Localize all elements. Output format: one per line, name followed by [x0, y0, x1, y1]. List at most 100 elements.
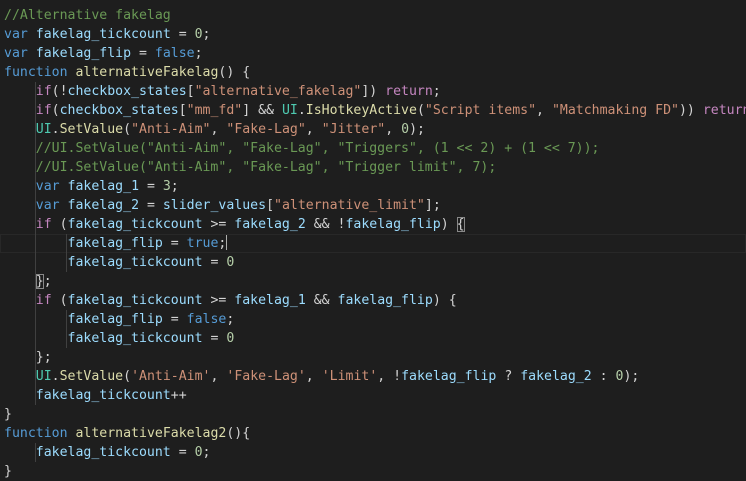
- code-line[interactable]: if(checkbox_states["mm_fd"] && UI.IsHotk…: [0, 101, 746, 120]
- code-punctuation: , !: [377, 369, 402, 384]
- code-string: "alternative_limit": [274, 198, 425, 213]
- code-punctuation: [: [266, 198, 275, 213]
- code-line[interactable]: fakelag_tickcount = 0: [0, 329, 746, 348]
- code-keyword: true: [186, 236, 219, 251]
- indent-guide: [35, 139, 36, 158]
- code-punctuation: ;: [43, 274, 52, 289]
- code-line[interactable]: function alternativeFakelag() {: [0, 63, 746, 82]
- code-identifier: fakelag_2: [67, 198, 140, 213]
- code-function-name: IsHotkeyActive: [305, 103, 417, 118]
- code-punctuation: (: [123, 122, 132, 137]
- code-punctuation: ;: [432, 84, 441, 99]
- code-identifier: fakelag_tickcount: [67, 293, 203, 308]
- code-punctuation: =: [202, 255, 227, 270]
- code-identifier: fakelag_2: [234, 217, 306, 232]
- code-punctuation: (: [51, 217, 68, 232]
- code-line[interactable]: fakelag_tickcount = 0: [0, 253, 746, 272]
- code-line[interactable]: //Alternative fakelag: [0, 6, 746, 25]
- code-punctuation: .: [51, 122, 60, 137]
- code-punctuation: [: [186, 84, 195, 99]
- code-identifier: fakelag_flip: [337, 293, 433, 308]
- code-line[interactable]: if(!checkbox_states["alternative_fakelag…: [0, 82, 746, 101]
- code-punctuation: (!: [51, 84, 68, 99]
- code-line[interactable]: var fakelag_1 = 3;: [0, 177, 746, 196]
- code-punctuation: =: [131, 46, 155, 61]
- code-keyword: var: [4, 27, 28, 42]
- code-punctuation: =: [139, 179, 163, 194]
- code-punctuation: (: [51, 103, 60, 118]
- code-line[interactable]: }: [0, 405, 746, 424]
- code-string: "Fake-Lag": [226, 122, 306, 137]
- indent-guide: [66, 253, 67, 272]
- code-line[interactable]: //UI.SetValue("Anti-Aim", "Fake-Lag", "T…: [0, 158, 746, 177]
- indent-guide: [35, 215, 36, 234]
- code-string: "alternative_fakelag": [194, 84, 362, 99]
- code-identifier: slider_values: [162, 198, 267, 213]
- code-line[interactable]: fakelag_flip = true;: [0, 234, 746, 253]
- code-comment: //UI.SetValue("Anti-Aim", "Fake-Lag", "T…: [35, 160, 497, 175]
- code-line[interactable]: var fakelag_2 = slider_values["alternati…: [0, 196, 746, 215]
- code-punctuation: (: [51, 293, 68, 308]
- code-identifier: fakelag_flip: [401, 369, 497, 384]
- code-punctuation: ,: [210, 122, 227, 137]
- code-line[interactable]: fakelag_flip = false;: [0, 310, 746, 329]
- indent-guide: [35, 158, 36, 177]
- code-line[interactable]: var fakelag_flip = false;: [0, 44, 746, 63]
- code-keyword: function: [4, 65, 68, 80]
- code-punctuation: ,: [305, 369, 322, 384]
- code-punctuation: ] &&: [242, 103, 282, 118]
- code-line[interactable]: }: [0, 462, 746, 481]
- indent-guide: [35, 443, 36, 462]
- code-number: 3: [162, 179, 171, 194]
- text-cursor: [226, 234, 228, 250]
- code-punctuation: };: [35, 350, 52, 365]
- indent-guide: [35, 120, 36, 139]
- code-punctuation: ;: [226, 312, 235, 327]
- code-punctuation: [28, 27, 36, 42]
- code-punctuation: .: [51, 369, 60, 384]
- indent-guide: [35, 367, 36, 386]
- code-function-name: SetValue: [59, 122, 124, 137]
- code-control-keyword: if: [35, 293, 52, 308]
- code-identifier: fakelag_1: [67, 179, 140, 194]
- code-line[interactable]: UI.SetValue("Anti-Aim", "Fake-Lag", "Jit…: [0, 120, 746, 139]
- code-line[interactable]: };: [0, 348, 746, 367]
- code-editor[interactable]: //Alternative fakelag var fakelag_tickcou…: [0, 6, 746, 481]
- code-punctuation: =: [162, 236, 187, 251]
- code-line[interactable]: function alternativeFakelag2(){: [0, 424, 746, 443]
- code-identifier: fakelag_2: [520, 369, 592, 384]
- code-line[interactable]: fakelag_tickcount = 0;: [0, 443, 746, 462]
- code-punctuation: [28, 46, 36, 61]
- code-string: 'Anti-Aim': [131, 369, 211, 384]
- code-punctuation: =: [170, 445, 195, 460]
- indent-guide: [35, 177, 36, 196]
- code-punctuation: ;: [218, 236, 227, 251]
- code-line[interactable]: };: [0, 272, 746, 291]
- code-number: 0: [226, 255, 235, 270]
- matched-bracket: }: [35, 274, 44, 289]
- code-punctuation: [: [178, 103, 187, 118]
- code-identifier: fakelag_tickcount: [67, 331, 203, 346]
- code-punctuation: >=: [202, 217, 235, 232]
- code-control-keyword: if: [35, 217, 52, 232]
- code-punctuation: >=: [202, 293, 235, 308]
- code-punctuation: ?: [496, 369, 521, 384]
- code-line[interactable]: fakelag_tickcount++: [0, 386, 746, 405]
- code-line[interactable]: UI.SetValue('Anti-Aim', 'Fake-Lag', 'Lim…: [0, 367, 746, 386]
- code-line[interactable]: //UI.SetValue("Anti-Aim", "Fake-Lag", "T…: [0, 139, 746, 158]
- code-line[interactable]: var fakelag_tickcount = 0;: [0, 25, 746, 44]
- code-line[interactable]: if (fakelag_tickcount >= fakelag_1 && fa…: [0, 291, 746, 310]
- code-string: 'Fake-Lag': [226, 369, 306, 384]
- code-comment: //Alternative fakelag: [4, 8, 171, 23]
- code-line[interactable]: if (fakelag_tickcount >= fakelag_2 && !f…: [0, 215, 746, 234]
- code-punctuation: );: [409, 122, 425, 137]
- code-punctuation: (: [123, 369, 132, 384]
- indent-guide: [35, 196, 36, 215]
